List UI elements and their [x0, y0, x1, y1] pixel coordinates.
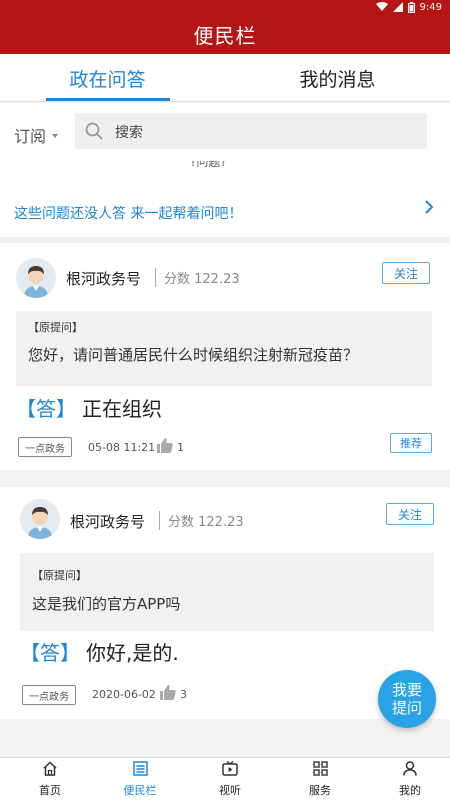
- subscribe-dropdown[interactable]: 订阅: [14, 123, 59, 147]
- search-placeholder: 搜索: [115, 125, 143, 141]
- nav-home[interactable]: 首页: [5, 758, 95, 800]
- answer: 【答】 正在组织: [16, 393, 162, 422]
- battery-icon: [407, 1, 415, 13]
- dropdown-caret-icon: [52, 134, 59, 138]
- username[interactable]: 根河政务号: [70, 511, 145, 532]
- avatar[interactable]: [16, 258, 56, 298]
- original-question-box[interactable]: 【原提问】 这是我们的官方APP吗: [20, 553, 434, 631]
- page-title: 便民栏: [193, 23, 257, 48]
- avatar[interactable]: [20, 499, 60, 539]
- apps-icon: [312, 761, 328, 779]
- like-button[interactable]: 3: [160, 685, 187, 703]
- tab-bar: 政在问答 我的消息: [0, 54, 450, 102]
- app-bar: 便民栏: [0, 14, 450, 54]
- signal-icon: [392, 2, 403, 12]
- notice-text: 这些问题还没人答 来一起帮着问吧！: [14, 206, 243, 222]
- search-icon: [85, 122, 103, 144]
- user-score: 分数 122.23: [159, 511, 244, 530]
- answer-text: 你好,是的.: [86, 641, 179, 665]
- thumbs-up-icon: [157, 438, 173, 456]
- follow-button[interactable]: 关注: [382, 262, 430, 284]
- nav-label: 服务: [309, 784, 331, 797]
- search-input[interactable]: 搜索: [75, 113, 427, 149]
- ask-button-line2: 提问: [391, 699, 422, 717]
- follow-button[interactable]: 关注: [386, 503, 434, 525]
- answer-text: 正在组织: [82, 397, 162, 421]
- like-button[interactable]: 1: [157, 438, 184, 456]
- question-text: 您好，请问普通居民什么时候组织注射新冠疫苗？: [28, 346, 359, 364]
- subscribe-label: 订阅: [14, 127, 47, 146]
- status-bar: 9:49: [0, 0, 450, 14]
- user-score: 分数 122.23: [155, 268, 240, 287]
- nav-service[interactable]: 服务: [275, 758, 365, 800]
- source-badge: 一点政务: [18, 437, 72, 457]
- like-count: 3: [180, 687, 187, 701]
- nav-label: 视听: [219, 784, 241, 797]
- scrolled-text-fragment: ?问题?: [190, 161, 227, 169]
- nav-label: 首页: [39, 784, 61, 797]
- tab-my-messages[interactable]: 我的消息: [225, 54, 450, 102]
- answer-date: 05-08 11:21: [88, 441, 156, 454]
- answer: 【答】 你好,是的.: [20, 637, 179, 666]
- recommend-button[interactable]: 推荐: [390, 433, 432, 453]
- source-badge: 一点政务: [22, 685, 76, 705]
- unanswered-notice[interactable]: ?问题? 这些问题还没人答 来一起帮着问吧！: [0, 161, 450, 237]
- nav-label: 便民栏: [123, 784, 157, 797]
- tab-indicator: [46, 98, 170, 101]
- wifi-icon: [375, 2, 388, 12]
- thumbs-up-icon: [160, 685, 176, 703]
- home-icon: [42, 761, 58, 779]
- status-time: 9:49: [419, 1, 442, 13]
- nav-label: 我的: [399, 784, 421, 797]
- question-text: 这是我们的官方APP吗: [32, 595, 181, 613]
- chevron-right-icon: [424, 199, 434, 219]
- nav-shiting[interactable]: 视听: [185, 758, 275, 800]
- original-question-box[interactable]: 【原提问】 您好，请问普通居民什么时候组织注射新冠疫苗？: [16, 311, 432, 386]
- nav-bianminlan[interactable]: 便民栏: [95, 758, 185, 800]
- ask-question-button[interactable]: 我要 提问: [378, 670, 436, 728]
- tab-qa[interactable]: 政在问答: [0, 54, 215, 102]
- bottom-nav: 首页 便民栏 视听 服务 我的: [0, 757, 450, 800]
- like-count: 1: [177, 440, 184, 454]
- ask-button-line1: 我要: [391, 681, 422, 699]
- person-icon: [403, 761, 417, 779]
- answer-date: 2020-06-02: [92, 688, 156, 701]
- search-row: 订阅 搜索: [0, 103, 450, 161]
- original-question-tag: 【原提问】: [28, 321, 83, 334]
- nav-mine[interactable]: 我的: [365, 758, 450, 800]
- answer-tag: 【答】: [16, 397, 76, 421]
- original-question-tag: 【原提问】: [32, 569, 87, 582]
- grid-list-icon: [132, 761, 148, 779]
- answer-tag: 【答】: [20, 641, 80, 665]
- qa-card[interactable]: 根河政务号 分数 122.23 关注 【原提问】 您好，请问普通居民什么时候组织…: [0, 243, 450, 470]
- username[interactable]: 根河政务号: [66, 268, 141, 289]
- tv-play-icon: [222, 761, 238, 779]
